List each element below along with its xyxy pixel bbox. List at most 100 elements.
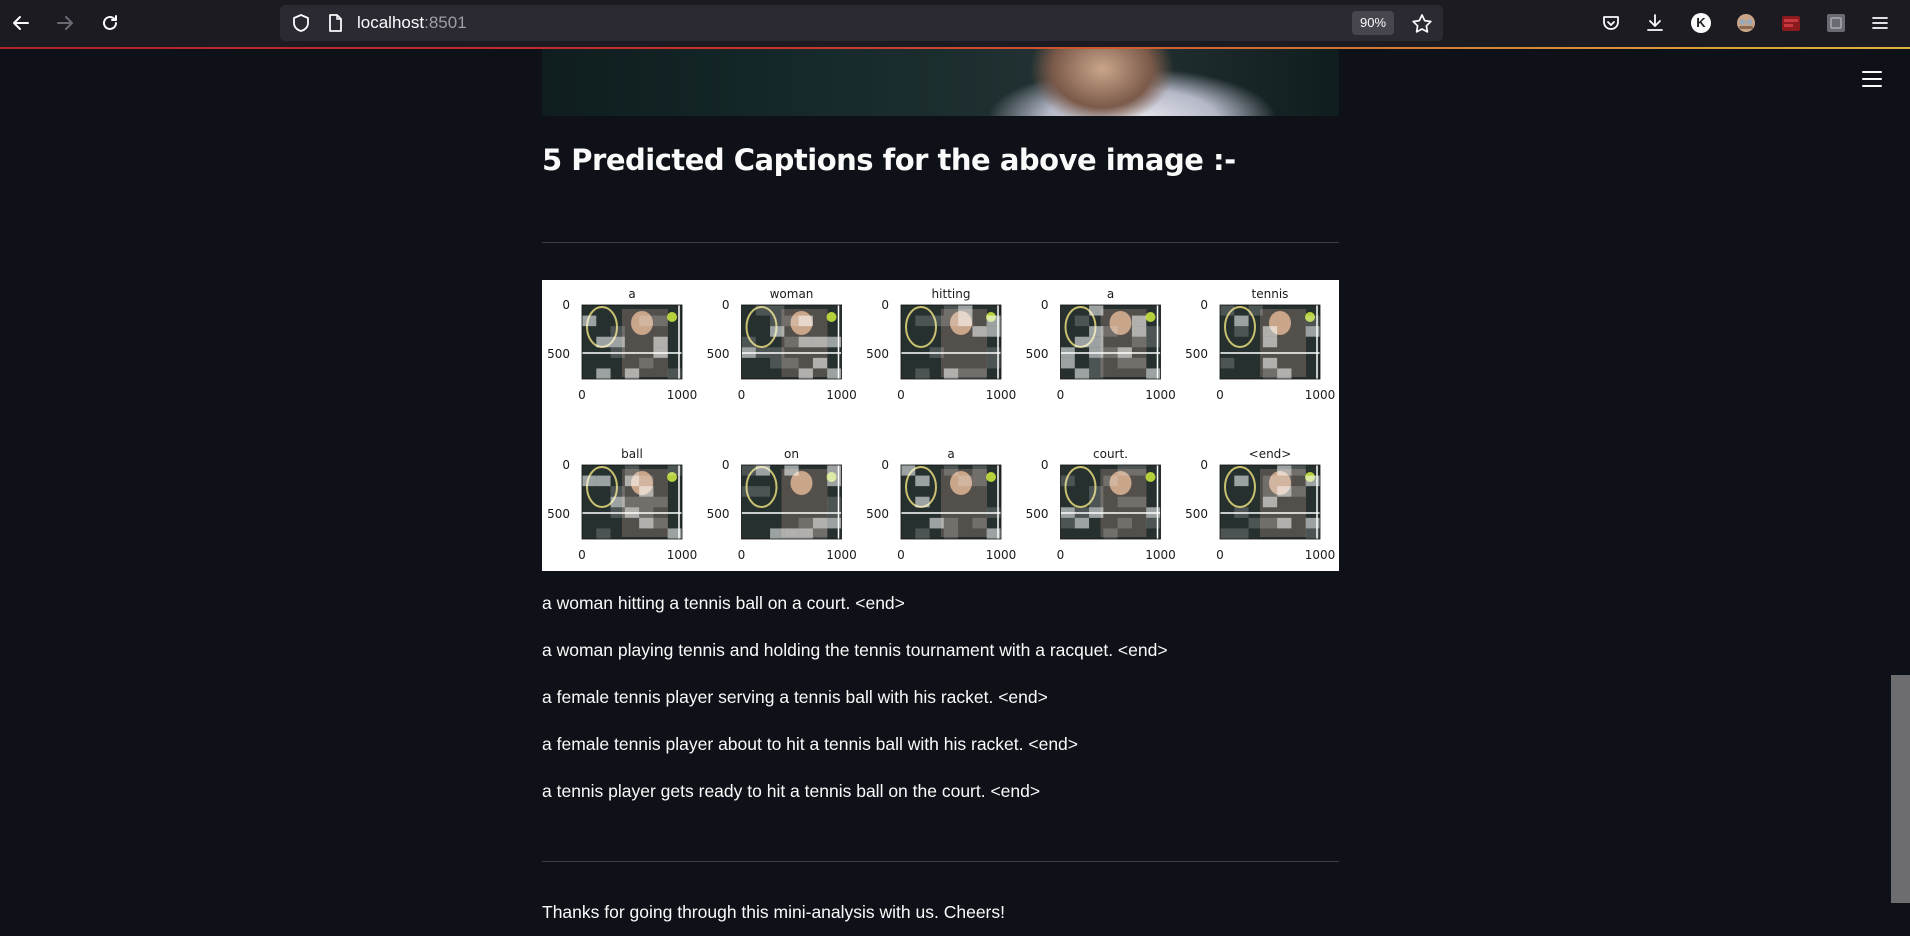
x-tick-label: 0 xyxy=(738,388,746,402)
attention-cell xyxy=(1248,305,1263,316)
scrollbar-thumb[interactable] xyxy=(1891,675,1910,903)
attention-cell xyxy=(770,528,785,539)
shield-icon[interactable] xyxy=(291,13,311,33)
attention-cell xyxy=(639,357,654,369)
attention-cell xyxy=(1262,517,1278,529)
pocket-icon[interactable] xyxy=(1599,11,1623,35)
attention-cell xyxy=(958,305,973,316)
attention-cell xyxy=(1089,368,1104,379)
page-icon[interactable] xyxy=(325,13,345,33)
attention-cell xyxy=(1074,517,1090,529)
attention-cell xyxy=(943,465,959,476)
x-tick-label: 0 xyxy=(1057,388,1065,402)
attention-cell xyxy=(943,305,959,316)
zoom-level-badge[interactable]: 90% xyxy=(1352,11,1395,35)
attention-cell xyxy=(812,336,828,348)
x-tick-label: 0 xyxy=(738,548,746,562)
attention-cell xyxy=(1305,315,1320,327)
attention-cell xyxy=(784,465,799,476)
y-tick-label: 0 xyxy=(881,298,889,312)
attention-figure: a 0 500 0 1000 woman 0 500 0 1000 hitting 0 500 0 1000… xyxy=(542,280,1339,571)
extension-icon[interactable] xyxy=(1734,11,1758,35)
extension-icon[interactable] xyxy=(1779,11,1803,35)
x-tick-label: 1000 xyxy=(1145,388,1176,402)
attention-cell xyxy=(610,336,625,348)
attention-cell xyxy=(1262,486,1278,497)
url-bar[interactable]: localhost:8501 90% xyxy=(280,5,1443,41)
caption-2: a woman playing tennis and holding the t… xyxy=(542,640,1168,660)
reload-icon[interactable] xyxy=(97,10,123,36)
attention-cell xyxy=(1262,368,1278,379)
y-tick-label: 0 xyxy=(1041,298,1049,312)
attention-cell xyxy=(1262,475,1278,487)
x-tick-label: 1000 xyxy=(986,388,1017,402)
attention-cell xyxy=(741,336,756,348)
attention-cell xyxy=(1117,517,1132,529)
attention-cell xyxy=(1117,357,1132,369)
x-tick-label: 1000 xyxy=(986,548,1017,562)
avatar-initial: K xyxy=(1691,13,1711,33)
attention-cell xyxy=(798,528,813,539)
menu-icon[interactable] xyxy=(1868,11,1892,35)
attention-cell xyxy=(755,465,771,476)
attention-cell xyxy=(1103,326,1118,337)
x-tick-label: 1000 xyxy=(667,548,698,562)
attention-cell xyxy=(812,357,828,369)
app-menu-icon[interactable] xyxy=(1862,71,1882,89)
x-tick-label: 1000 xyxy=(1305,388,1336,402)
attention-cell xyxy=(596,475,611,487)
attention-cell xyxy=(1146,326,1161,337)
x-tick-label: 1000 xyxy=(826,388,857,402)
attention-cell xyxy=(798,368,813,379)
attention-cell xyxy=(639,486,654,497)
star-icon[interactable] xyxy=(1411,13,1432,33)
attention-cell xyxy=(1089,357,1104,369)
attention-cell xyxy=(1262,326,1278,337)
attention-cell xyxy=(1146,517,1161,529)
attention-cell xyxy=(610,326,625,337)
download-icon[interactable] xyxy=(1643,11,1667,35)
avatar-icon[interactable]: K xyxy=(1689,11,1713,35)
attention-cell xyxy=(827,336,842,348)
attention-cell xyxy=(1220,528,1235,539)
attention-cell xyxy=(653,496,668,508)
attention-cell xyxy=(624,475,640,487)
attention-cell xyxy=(1089,486,1104,497)
attention-cell xyxy=(1262,357,1278,369)
attention-cell xyxy=(1060,475,1075,487)
uploaded-image-preview xyxy=(542,49,1339,116)
y-tick-label: 0 xyxy=(1200,458,1208,472)
attention-cell xyxy=(1131,315,1147,327)
attention-cell xyxy=(827,517,842,529)
attention-cell xyxy=(1277,486,1292,497)
y-tick-label: 0 xyxy=(1041,458,1049,472)
attention-cell xyxy=(1131,326,1147,337)
attention-cell xyxy=(1220,305,1235,316)
attention-cell xyxy=(784,357,799,369)
forward-icon[interactable] xyxy=(52,10,78,36)
attention-cell xyxy=(812,517,828,529)
attention-cell xyxy=(798,517,813,529)
attention-cell xyxy=(972,517,987,529)
y-tick-label: 0 xyxy=(562,298,570,312)
attention-cell xyxy=(639,496,654,508)
attention-cell xyxy=(798,336,813,348)
attention-cell xyxy=(770,305,785,316)
attention-cell xyxy=(784,315,799,327)
x-tick-label: 0 xyxy=(897,548,905,562)
attention-cell xyxy=(667,528,682,539)
attention-cell xyxy=(1277,465,1292,476)
attention-word-label: woman xyxy=(770,287,814,301)
x-tick-label: 0 xyxy=(578,388,586,402)
attention-cell xyxy=(972,475,987,487)
x-tick-label: 0 xyxy=(1216,548,1224,562)
attention-cell xyxy=(827,475,842,487)
x-tick-label: 0 xyxy=(897,388,905,402)
extension-icon[interactable] xyxy=(1824,11,1848,35)
attention-cell xyxy=(624,368,640,379)
url-text[interactable]: localhost:8501 xyxy=(357,5,467,41)
back-icon[interactable] xyxy=(8,10,34,36)
url-host: localhost xyxy=(357,13,425,32)
attention-cell xyxy=(986,326,1001,337)
attention-word-label: a xyxy=(947,447,954,461)
